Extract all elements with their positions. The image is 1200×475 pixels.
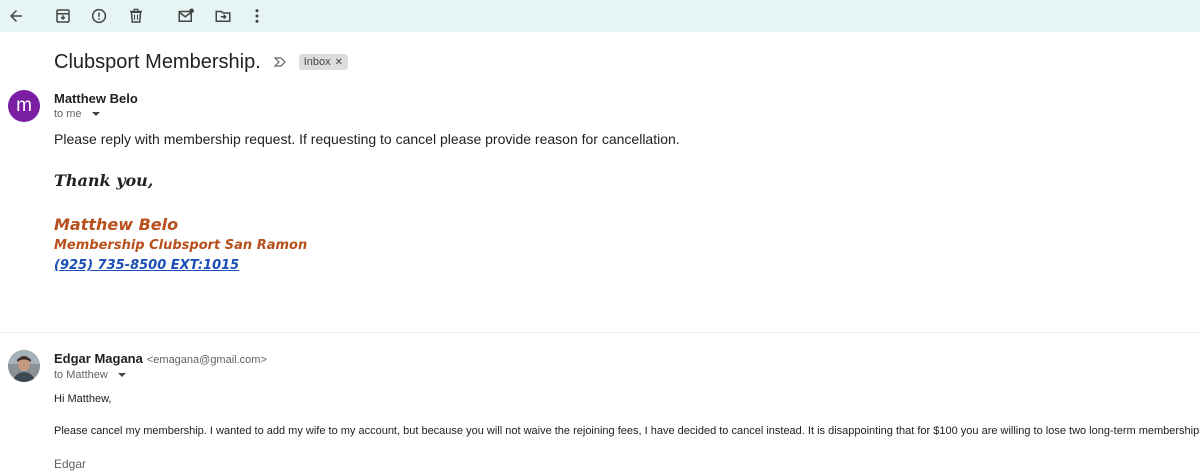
signature-phone-link[interactable]: (925) 735-8500 EXT:1015	[54, 258, 239, 273]
sender-name[interactable]: Edgar Magana	[54, 351, 143, 366]
inbox-label-chip: Inbox ✕	[298, 54, 349, 70]
important-marker-icon[interactable]	[273, 55, 287, 69]
more-vert-icon[interactable]	[245, 4, 269, 28]
delete-icon[interactable]	[124, 4, 148, 28]
chevron-down-icon[interactable]	[117, 373, 126, 377]
recipient-text: to me	[54, 108, 82, 120]
sender-header: Edgar Magana <emagana@gmail.com>	[54, 351, 267, 366]
sender-email: <emagana@gmail.com>	[146, 354, 267, 366]
closing-text: Thank you,	[54, 171, 154, 190]
recipient-details[interactable]: to Matthew	[54, 369, 126, 381]
message-body: Please reply with membership request. If…	[54, 131, 680, 147]
recipient-text: to Matthew	[54, 369, 108, 381]
remove-label-icon[interactable]: ✕	[335, 57, 343, 68]
archive-icon[interactable]	[51, 4, 75, 28]
message-body: Please cancel my membership. I wanted to…	[54, 425, 1200, 437]
thread-subject: Clubsport Membership.	[54, 50, 261, 73]
message-divider	[0, 332, 1200, 333]
signature-title: Membership Clubsport San Ramon	[54, 238, 308, 253]
signature-name: Matthew Belo	[54, 215, 179, 234]
sender-name[interactable]: Matthew Belo	[54, 91, 138, 106]
subject-row: Clubsport Membership. Inbox ✕	[54, 48, 349, 76]
move-to-icon[interactable]	[211, 4, 235, 28]
mark-unread-icon[interactable]	[174, 4, 198, 28]
report-spam-icon[interactable]	[87, 4, 111, 28]
arrow-left-icon[interactable]	[4, 4, 28, 28]
avatar[interactable]	[8, 350, 40, 382]
chevron-down-icon[interactable]	[91, 112, 100, 116]
message-toolbar	[0, 0, 1200, 32]
label-text: Inbox	[303, 56, 331, 68]
avatar[interactable]: m	[8, 90, 40, 122]
recipient-details[interactable]: to me	[54, 108, 100, 120]
sign-off-text: Edgar	[54, 457, 87, 471]
greeting-text: Hi Matthew,	[54, 393, 112, 405]
